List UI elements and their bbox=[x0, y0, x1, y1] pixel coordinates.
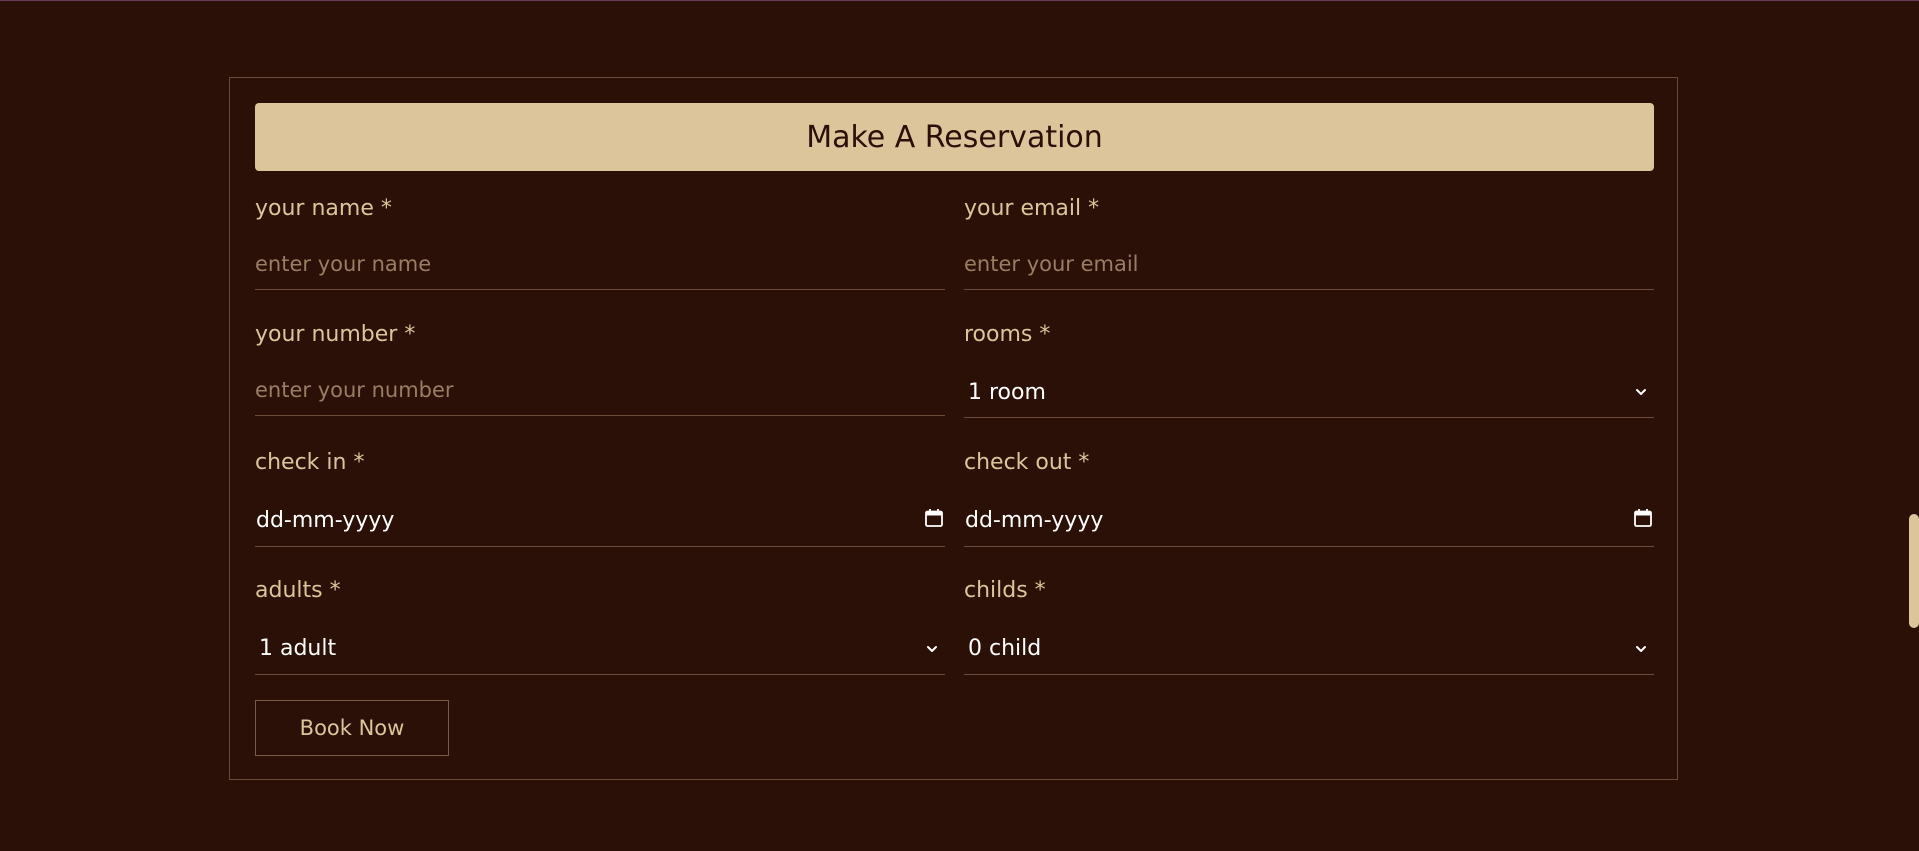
chevron-down-icon bbox=[1636, 646, 1646, 652]
rooms-select[interactable]: 1 room bbox=[964, 364, 1654, 418]
chevron-down-icon bbox=[1636, 389, 1646, 395]
adults-select[interactable]: 1 adult bbox=[255, 620, 945, 675]
rooms-label: rooms * bbox=[964, 322, 1051, 347]
childs-select[interactable]: 0 child bbox=[964, 620, 1654, 675]
childs-selected-value: 0 child bbox=[968, 636, 1042, 661]
number-input-wrapper bbox=[255, 364, 945, 416]
check-out-date-input[interactable]: dd-mm-yyyy bbox=[964, 492, 1654, 547]
number-label: your number * bbox=[255, 322, 416, 347]
chevron-down-icon bbox=[927, 646, 937, 652]
adults-label: adults * bbox=[255, 578, 341, 603]
check-in-date-input[interactable]: dd-mm-yyyy bbox=[255, 492, 945, 547]
check-in-label: check in * bbox=[255, 450, 365, 475]
adults-selected-value: 1 adult bbox=[259, 636, 337, 661]
form-title: Make A Reservation bbox=[255, 103, 1654, 171]
scrollbar-thumb[interactable] bbox=[1909, 514, 1919, 628]
childs-label: childs * bbox=[964, 578, 1046, 603]
calendar-icon[interactable] bbox=[1633, 508, 1653, 528]
check-out-value: dd-mm-yyyy bbox=[965, 508, 1104, 533]
email-input-wrapper bbox=[964, 238, 1654, 290]
check-out-label: check out * bbox=[964, 450, 1090, 475]
calendar-icon[interactable] bbox=[924, 508, 944, 528]
name-input[interactable] bbox=[255, 238, 945, 289]
email-label: your email * bbox=[964, 196, 1100, 221]
check-in-value: dd-mm-yyyy bbox=[256, 508, 395, 533]
top-divider bbox=[0, 0, 1919, 1]
reservation-form: Make A Reservation your name * your emai… bbox=[229, 77, 1678, 780]
email-input[interactable] bbox=[964, 238, 1654, 289]
number-input[interactable] bbox=[255, 364, 945, 415]
rooms-selected-value: 1 room bbox=[968, 380, 1046, 405]
name-label: your name * bbox=[255, 196, 392, 221]
name-input-wrapper bbox=[255, 238, 945, 290]
book-now-button[interactable]: Book Now bbox=[255, 700, 449, 756]
